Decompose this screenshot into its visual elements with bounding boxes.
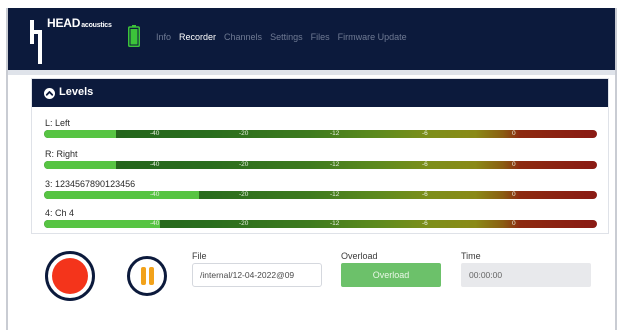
meter-tick-0: 0 [512,220,516,227]
level-meter-fill-4 [44,220,161,228]
meter-tick-minus40: -40 [150,130,160,137]
meter-tick-minus40: -40 [150,161,160,168]
battery-icon [128,25,140,47]
meter-tick-minus12: -12 [330,130,340,137]
channel-label-1: L: Left [45,118,71,128]
level-meter-4: -40 -20 -12 -6 0 [44,220,597,228]
pause-icon-left-bar [141,267,146,285]
chevron-up-icon[interactable] [44,88,55,99]
meter-tick-minus6: -6 [422,191,428,198]
time-display: 00:00:00 [461,263,591,287]
meter-tick-minus20: -20 [239,220,249,227]
nav-recorder[interactable]: Recorder [179,32,216,42]
app-frame: HEADacoustics Info Recorder Channels Set… [0,0,623,330]
level-meter-fill-3 [44,191,199,199]
pause-button[interactable] [127,256,167,296]
meter-tick-0: 0 [512,130,516,137]
meter-tick-minus12: -12 [330,161,340,168]
meter-tick-minus6: -6 [422,220,428,227]
record-icon [52,258,88,294]
nav-settings[interactable]: Settings [270,32,303,42]
meter-tick-minus12: -12 [330,191,340,198]
pause-icon-right-bar [149,267,154,285]
time-label: Time [461,251,481,261]
meter-tick-minus6: -6 [422,130,428,137]
nav-firmware-update[interactable]: Firmware Update [338,32,407,42]
levels-title: Levels [59,86,94,98]
level-meter-3: -40 -20 -12 -6 0 [44,191,597,199]
meter-tick-minus20: -20 [239,130,249,137]
level-meter-fill-2 [44,161,116,169]
meter-tick-minus12: -12 [330,220,340,227]
record-button[interactable] [45,251,95,301]
file-label: File [192,251,207,261]
meter-tick-minus6: -6 [422,161,428,168]
level-meter-1: -40 -20 -12 -6 0 [44,130,597,138]
logo-wordmark: HEADacoustics [47,16,112,30]
nav-files[interactable]: Files [311,32,330,42]
meter-tick-minus40: -40 [150,191,160,198]
level-meter-fill-1 [44,130,116,138]
top-navigation-bar: HEADacoustics Info Recorder Channels Set… [8,8,615,70]
levels-panel: Levels L: Left -40 -20 -12 -6 0 R: Right… [31,78,609,234]
logo-wordmark-suffix: acoustics [81,22,112,29]
logo-mark-icon [30,20,42,64]
overload-label: Overload [341,251,378,261]
level-meter-2: -40 -20 -12 -6 0 [44,161,597,169]
channel-label-4: 4: Ch 4 [45,208,75,218]
meter-tick-0: 0 [512,191,516,198]
file-name-field[interactable]: /internal/12-04-2022@09 [192,263,322,287]
frame-right-edge [615,8,617,330]
levels-panel-header[interactable]: Levels [32,79,608,107]
meter-tick-minus40: -40 [150,220,160,227]
nav-info[interactable]: Info [156,32,171,42]
header-divider [8,70,615,75]
head-acoustics-logo: HEADacoustics [29,16,141,66]
channel-label-3: 3: 1234567890123456 [45,179,136,189]
meter-tick-minus20: -20 [239,161,249,168]
nav-channels[interactable]: Channels [224,32,262,42]
overload-indicator: Overload [341,263,441,287]
channel-label-2: R: Right [45,149,78,159]
logo-wordmark-head: HEAD [47,16,81,30]
main-nav: Info Recorder Channels Settings Files Fi… [156,32,415,42]
meter-tick-minus20: -20 [239,191,249,198]
meter-tick-0: 0 [512,161,516,168]
